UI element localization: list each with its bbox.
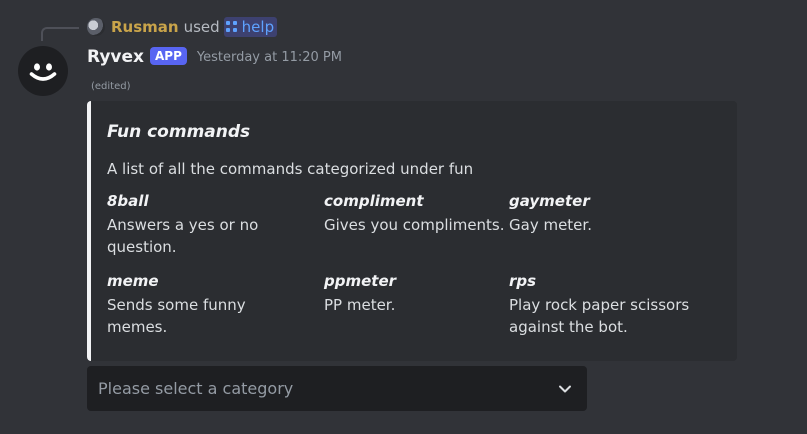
interaction-reference[interactable]: Rusman used help: [87, 16, 278, 38]
embed: Fun commands A list of all the commands …: [87, 101, 737, 361]
smiley-face-icon: [29, 63, 57, 81]
category-select[interactable]: Please select a category: [87, 366, 587, 411]
embed-field: gaymeter Gay meter.: [509, 191, 709, 236]
message-timestamp[interactable]: Yesterday at 11:20 PM: [197, 50, 342, 65]
field-name: ppmeter: [324, 272, 397, 290]
field-name: compliment: [324, 192, 424, 210]
embed-field: rps Play rock paper scissors against the…: [509, 271, 709, 338]
field-name: gaymeter: [509, 192, 590, 210]
field-value: Answers a yes or no question.: [107, 216, 259, 256]
select-placeholder: Please select a category: [98, 379, 294, 398]
interaction-username[interactable]: Rusman: [111, 18, 179, 36]
interaction-user-avatar[interactable]: [87, 18, 105, 36]
field-name: meme: [107, 272, 159, 290]
interaction-used-label: used: [183, 18, 220, 36]
avatar[interactable]: [18, 46, 68, 96]
field-value: Gay meter.: [509, 216, 592, 234]
reply-connector: [41, 27, 79, 41]
command-mention[interactable]: help: [223, 17, 278, 37]
embed-field: ppmeter PP meter.: [324, 271, 524, 316]
message-container: Rusman used help Ryvex APP Yesterday at …: [0, 0, 807, 434]
embed-title: Fun commands: [107, 122, 251, 142]
field-value: Play rock paper scissors against the bot…: [509, 296, 690, 336]
embed-field: compliment Gives you compliments.: [324, 191, 524, 236]
slash-command-icon: [225, 21, 238, 33]
field-name: rps: [509, 272, 537, 290]
field-name: 8ball: [107, 192, 149, 210]
field-value: Sends some funny memes.: [107, 296, 246, 336]
chevron-down-icon: [559, 385, 571, 392]
app-badge: APP: [150, 47, 187, 65]
field-value: Gives you compliments.: [324, 216, 505, 234]
edited-label: (edited): [91, 81, 131, 92]
embed-field: meme Sends some funny memes.: [107, 271, 307, 338]
author-name[interactable]: Ryvex: [87, 47, 144, 67]
field-value: PP meter.: [324, 296, 396, 314]
message-header: Ryvex APP Yesterday at 11:20 PM: [87, 46, 342, 68]
command-name: help: [241, 18, 275, 36]
embed-field: 8ball Answers a yes or no question.: [107, 191, 307, 258]
embed-description: A list of all the commands categorized u…: [107, 160, 474, 178]
